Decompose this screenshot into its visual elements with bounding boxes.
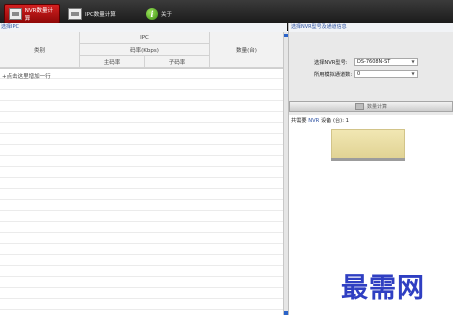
analog-channels-row: 所用模拟通道数: 0 ▼ (314, 70, 418, 78)
col-category: 类别 (0, 32, 80, 68)
calculator-icon (9, 8, 22, 20)
quantity-calc-label: 数量计算 (366, 104, 387, 110)
info-icon: i (146, 8, 158, 20)
nvr-model-value: DS-7608N-ST (357, 59, 391, 65)
watermark-text: 最需网 (341, 273, 425, 304)
nvr-model-select[interactable]: DS-7608N-ST ▼ (354, 58, 418, 66)
group-bitrate: 码率(Kbps) (80, 44, 210, 56)
analog-channels-label: 所用模拟通道数: (314, 71, 353, 78)
group-ipc: IPC (80, 32, 210, 44)
result-count: 1 (345, 118, 349, 124)
nvr-model-label: 选择NVR型号: (314, 59, 348, 66)
analog-channels-select[interactable]: 0 ▼ (354, 70, 418, 78)
nvr-device-image (331, 129, 405, 161)
add-row-link[interactable]: +点击这里增加一行 (2, 72, 51, 80)
chevron-down-icon: ▼ (411, 71, 415, 76)
analog-channels-value: 0 (357, 71, 361, 77)
result-prefix: 共需要 (291, 118, 307, 124)
tab-nvr-calc[interactable]: NVR数量计算 (4, 4, 60, 24)
quantity-calc-button[interactable]: 数量计算 (289, 101, 453, 112)
calculator-icon (68, 8, 82, 20)
chevron-down-icon: ▼ (411, 59, 415, 64)
col-quantity: 数量(台) (210, 32, 283, 68)
tab-ipc-calc[interactable]: IPC数量计算 (64, 4, 126, 24)
ipc-table-header: 类别 IPC 码率(Kbps) 主码率 子码率 数量(台) (0, 32, 283, 69)
tab-ipc-calc-label: IPC数量计算 (85, 12, 116, 18)
ipc-table-panel: 类别 IPC 码率(Kbps) 主码率 子码率 数量(台) +点击这里增加一行 (0, 32, 283, 315)
tab-nvr-calc-label: NVR数量计算 (24, 8, 53, 22)
result-suffix: 设备 (台): (320, 118, 344, 124)
tab-about[interactable]: i 关于 (142, 4, 182, 24)
calculator-icon (354, 103, 364, 110)
right-panel-header: 选择NVR型号及通道信息 (289, 23, 453, 32)
left-panel-header: 选择IPC (0, 23, 287, 32)
result-device: NVR (308, 118, 320, 124)
nvr-model-row: 选择NVR型号: DS-7608N-ST ▼ (314, 58, 418, 66)
col-main-stream: 主码率 (80, 56, 145, 68)
result-text: 共需要 NVR 设备 (台): 1 (291, 117, 349, 124)
tab-about-label: 关于 (161, 12, 173, 18)
col-sub-stream: 子码率 (145, 56, 210, 68)
